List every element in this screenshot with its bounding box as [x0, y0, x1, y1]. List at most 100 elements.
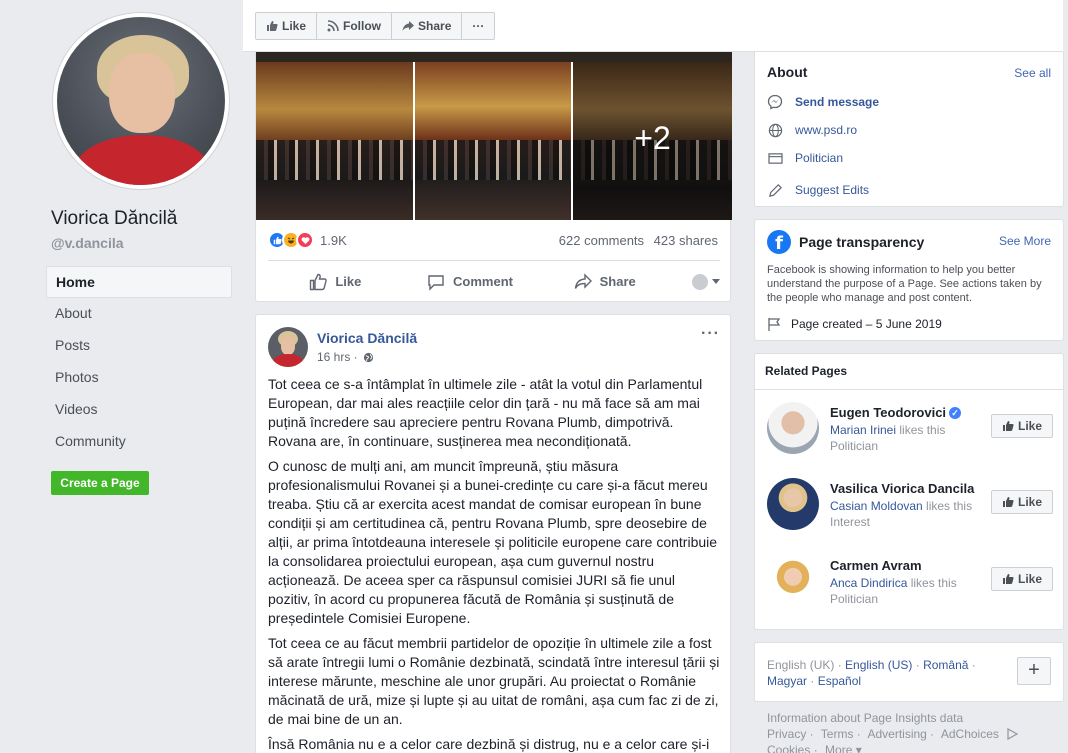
- footer-link[interactable]: Terms ·: [821, 727, 861, 741]
- related-page-item: Vasilica Viorica Dancila Casian Moldovan…: [767, 478, 1053, 534]
- category-icon: [767, 150, 783, 166]
- language-link[interactable]: Español: [818, 674, 861, 688]
- like-page-label: Like: [282, 19, 307, 33]
- suggest-edits-row[interactable]: Suggest Edits: [767, 180, 869, 200]
- friend-name-link[interactable]: Anca Dindirica: [830, 576, 907, 590]
- page-footer: Information about Page Insights data Pri…: [767, 710, 1057, 753]
- see-more-link[interactable]: See More: [999, 234, 1051, 248]
- related-page-name[interactable]: Carmen Avram: [830, 558, 922, 573]
- share-arrow-icon: [402, 20, 415, 32]
- category-row[interactable]: Politician: [767, 148, 843, 168]
- messenger-icon: [767, 94, 783, 110]
- language-link[interactable]: Magyar: [767, 674, 807, 688]
- facebook-logo-icon: f: [767, 230, 791, 254]
- nav-item-community[interactable]: Community: [46, 426, 232, 458]
- category-link: Politician: [795, 151, 844, 165]
- share-page-button[interactable]: Share: [392, 13, 463, 39]
- follow-button[interactable]: Follow: [317, 13, 393, 39]
- about-card: About See all Send message www.psd.ro Po…: [754, 52, 1064, 207]
- post-body: Tot ceea ce s-a întâmplat în ultimele zi…: [268, 375, 720, 753]
- post-like-button[interactable]: Like: [268, 273, 403, 291]
- current-language: English (UK): [767, 658, 835, 672]
- post-share-button[interactable]: Share: [537, 272, 672, 291]
- love-reaction-icon: [296, 231, 314, 249]
- like-page-button[interactable]: Like: [256, 13, 318, 39]
- photo-top-strip[interactable]: [256, 52, 732, 62]
- related-page-avatar[interactable]: [767, 478, 819, 530]
- verified-badge-icon: ✓: [949, 407, 962, 419]
- photo-grid: +2: [256, 52, 732, 220]
- post-action-bar: Like Comment Share: [268, 260, 721, 302]
- profile-picture[interactable]: [53, 13, 229, 189]
- post-photo-3[interactable]: +2: [573, 62, 732, 220]
- react-as-selector[interactable]: [672, 273, 721, 290]
- footer-link[interactable]: Cookies ·: [767, 743, 818, 753]
- footer-link[interactable]: Advertising ·: [867, 727, 934, 741]
- reaction-count[interactable]: 1.9K: [320, 233, 347, 248]
- page-handle[interactable]: @v.dancila: [51, 235, 124, 251]
- related-page-like-button[interactable]: Like: [991, 414, 1053, 438]
- create-page-button[interactable]: Create a Page: [51, 471, 149, 495]
- footer-link[interactable]: More ▾: [825, 743, 862, 753]
- page-created-row: Page created – 5 June 2019: [767, 316, 942, 332]
- related-page-like-button[interactable]: Like: [991, 490, 1053, 514]
- page-name[interactable]: Viorica Dăncilă: [51, 208, 177, 230]
- nav-item-home[interactable]: Home: [46, 266, 232, 298]
- thumbs-up-icon: [309, 273, 328, 291]
- shares-count[interactable]: 423 shares: [654, 233, 718, 248]
- thumbs-up-icon: [1002, 573, 1014, 585]
- friend-name-link[interactable]: Casian Moldovan: [830, 499, 923, 513]
- related-page-social-context: Anca Dindirica likes this Politician: [830, 575, 990, 607]
- author-avatar[interactable]: [268, 327, 308, 367]
- nav-item-videos[interactable]: Videos: [46, 394, 232, 426]
- thumbs-up-icon: [266, 20, 278, 32]
- comments-count[interactable]: 622 comments: [559, 233, 644, 248]
- related-page-avatar[interactable]: [767, 555, 819, 607]
- language-link[interactable]: English (US): [845, 658, 912, 672]
- related-page-name-row[interactable]: Eugen Teodorovici ✓: [830, 405, 962, 420]
- see-all-link[interactable]: See all: [1014, 66, 1051, 80]
- language-link[interactable]: Română: [923, 658, 968, 672]
- more-options-button[interactable]: ···: [462, 13, 494, 39]
- send-message-row[interactable]: Send message: [767, 92, 879, 112]
- action-button-group: Like Follow Share ···: [255, 12, 496, 40]
- post-photo-2[interactable]: [415, 62, 571, 220]
- post-options-button[interactable]: ···: [701, 325, 720, 343]
- post-like-label: Like: [335, 274, 362, 289]
- related-pages-title: Related Pages: [765, 364, 848, 378]
- page-nav: Home About Posts Photos Videos Community: [46, 266, 232, 458]
- pencil-icon: [767, 182, 783, 198]
- nav-item-about[interactable]: About: [46, 298, 232, 330]
- post-timestamp[interactable]: 16 hrs ·: [317, 350, 374, 364]
- post-author[interactable]: Viorica Dăncilă: [317, 330, 417, 346]
- related-page-like-button[interactable]: Like: [991, 567, 1053, 591]
- share-page-label: Share: [418, 19, 452, 33]
- nav-item-photos[interactable]: Photos: [46, 362, 232, 394]
- divider: [755, 389, 1063, 390]
- related-page-social-context: Marian Irinei likes this Politician: [830, 422, 990, 454]
- text-post-card: Viorica Dăncilă 16 hrs · ··· Tot ceea ce…: [255, 314, 731, 753]
- website-row[interactable]: www.psd.ro: [767, 120, 857, 140]
- caret-down-icon: [712, 278, 721, 285]
- left-column: Viorica Dăncilă @v.dancila Home About Po…: [0, 0, 243, 753]
- post-paragraph: Însă România nu e a celor care dezbină ș…: [268, 736, 710, 752]
- footer-link[interactable]: AdChoices: [941, 727, 999, 741]
- post-comment-button[interactable]: Comment: [403, 273, 538, 291]
- photo-post-card: +2 1.9K 622 comments 423 shares Like Com…: [255, 52, 732, 302]
- footer-link[interactable]: Privacy ·: [767, 727, 814, 741]
- related-pages-card: Related Pages Eugen Teodorovici ✓ Marian …: [754, 353, 1064, 630]
- suggest-edits-link: Suggest Edits: [795, 183, 870, 197]
- related-page-item: Carmen Avram Anca Dindirica likes this P…: [767, 555, 1053, 611]
- like-label: Like: [1017, 419, 1042, 433]
- post-photo-1[interactable]: [256, 62, 413, 220]
- add-language-button[interactable]: +: [1017, 657, 1051, 685]
- friend-name-link[interactable]: Marian Irinei: [830, 423, 896, 437]
- rss-icon: [327, 20, 339, 32]
- like-label: Like: [1017, 572, 1042, 586]
- related-page-name[interactable]: Vasilica Viorica Dancila: [830, 481, 974, 496]
- footer-link[interactable]: Information about Page Insights data: [767, 710, 1057, 726]
- post-comment-label: Comment: [453, 274, 513, 289]
- related-page-avatar[interactable]: [767, 402, 819, 454]
- nav-item-posts[interactable]: Posts: [46, 330, 232, 362]
- transparency-description: Facebook is showing information to help …: [767, 264, 1042, 304]
